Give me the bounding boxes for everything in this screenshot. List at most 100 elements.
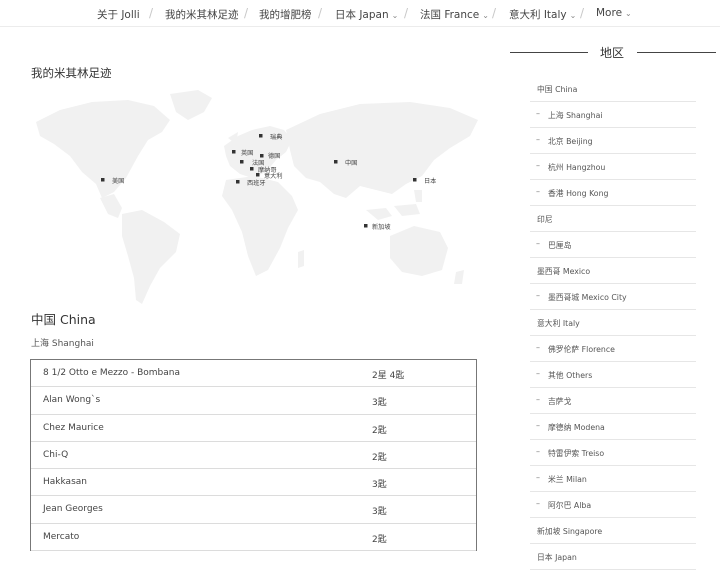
restaurant-rating: 2匙 — [372, 452, 387, 463]
sidebar-item-label: 中国 China — [537, 85, 578, 94]
sidebar-item-label: 印尼 — [537, 215, 553, 224]
sidebar-item-bali[interactable]: 巴厘岛 — [530, 232, 696, 258]
nav-label: 意大利 Italy — [509, 9, 567, 21]
table-row: Alan Wong`s 3匙 — [31, 387, 476, 415]
sidebar-item-hong-kong[interactable]: 香港 Hong Kong — [530, 180, 696, 206]
nav-item-italy[interactable]: 意大利 Italy ⌄ — [509, 7, 576, 22]
nav-item-ranking[interactable]: 我的增肥榜 — [259, 7, 312, 22]
sidebar-item-label: 意大利 Italy — [537, 319, 580, 328]
nav-separator: / — [580, 6, 585, 20]
sidebar-item-singapore[interactable]: 新加坡 Singapore — [530, 518, 696, 544]
chevron-down-icon: ⌄ — [569, 11, 577, 20]
restaurant-name: Alan Wong`s — [43, 395, 101, 406]
nav-separator: / — [244, 6, 249, 20]
pin-label: 意大利 — [264, 172, 283, 180]
sidebar-heading-label: 地区 — [600, 46, 625, 60]
pin-marker — [101, 178, 105, 182]
restaurant-name: Chez Maurice — [43, 422, 104, 433]
sidebar-item-label: 阿尔巴 Alba — [548, 501, 592, 510]
pin-marker — [250, 167, 254, 171]
nav-item-more[interactable]: More ⌄ — [596, 7, 632, 19]
top-navigation: 关于 Jolli / 我的米其林足迹 / 我的增肥榜 / 日本 Japan ⌄ /… — [0, 0, 720, 27]
pin-label: 新加坡 — [372, 223, 391, 231]
pin-marker — [259, 134, 263, 138]
sidebar-item-shanghai[interactable]: 上海 Shanghai — [530, 102, 696, 128]
pin-marker — [256, 173, 260, 177]
pin-label: 日本 — [424, 177, 436, 185]
table-row: Mercato 2匙 — [31, 524, 476, 552]
sidebar-item-label: 北京 Beijing — [548, 137, 593, 146]
world-map-landmass — [36, 90, 478, 304]
sidebar-item-alba[interactable]: 阿尔巴 Alba — [530, 492, 696, 518]
restaurant-rating: 2匙 — [372, 425, 387, 436]
pin-marker — [236, 180, 240, 184]
sidebar-item-hangzhou[interactable]: 杭州 Hangzhou — [530, 154, 696, 180]
sidebar-item-others[interactable]: 其他 Others — [530, 362, 696, 388]
table-row: Chez Maurice 2匙 — [31, 415, 476, 442]
restaurant-table: 8 1/2 Otto e Mezzo - Bombana 2星 4匙 Alan … — [30, 359, 477, 552]
restaurant-rating: 3匙 — [372, 480, 387, 491]
sidebar-item-label: 墨西哥 Mexico — [537, 267, 591, 276]
map-pin-singapore[interactable]: 新加坡 — [364, 223, 391, 231]
sidebar-item-treiso[interactable]: 特雷伊索 Treiso — [530, 440, 696, 466]
sidebar-item-modena[interactable]: 摩德纳 Modena — [530, 414, 696, 440]
sidebar-item-beijing[interactable]: 北京 Beijing — [530, 128, 696, 154]
sidebar-item-italy[interactable]: 意大利 Italy — [530, 310, 696, 336]
pin-marker — [260, 154, 264, 158]
pin-marker — [240, 160, 244, 164]
chevron-down-icon: ⌄ — [482, 11, 489, 20]
sidebar-item-label: 佛罗伦萨 Florence — [548, 345, 615, 354]
table-row: Hakkasan 3匙 — [31, 469, 476, 497]
sidebar-item-label: 日本 Japan — [537, 553, 577, 562]
nav-label: 法国 France — [420, 9, 480, 21]
sidebar-item-label: 杭州 Hangzhou — [548, 163, 606, 172]
table-row: 8 1/2 Otto e Mezzo - Bombana 2星 4匙 — [31, 360, 476, 388]
pin-marker — [364, 224, 368, 228]
sidebar-item-label: 其他 Others — [548, 371, 593, 380]
pin-marker — [413, 178, 417, 182]
sidebar-item-label: 巴厘岛 — [548, 241, 572, 250]
sidebar-item-label: 香港 Hong Kong — [548, 189, 609, 198]
restaurant-name: Mercato — [43, 531, 80, 542]
nav-item-japan[interactable]: 日本 Japan ⌄ — [335, 7, 398, 22]
sidebar-item-label: 特雷伊索 Treiso — [548, 449, 605, 458]
sidebar-item-milan[interactable]: 米兰 Milan — [530, 466, 696, 492]
sidebar-item-jisage[interactable]: 吉萨戈 — [530, 388, 696, 414]
pin-label: 德国 — [268, 152, 280, 160]
sidebar-item-label: 吉萨戈 — [548, 397, 572, 406]
pin-label: 英国 — [241, 149, 253, 157]
sidebar-item-mexico-city[interactable]: 墨西哥城 Mexico City — [530, 284, 696, 310]
sidebar-item-indonesia[interactable]: 印尼 — [530, 206, 696, 232]
chevron-down-icon: ⌄ — [391, 11, 399, 20]
pin-marker — [334, 160, 338, 164]
nav-item-about[interactable]: 关于 Jolli — [97, 7, 140, 22]
pin-label: 瑞典 — [270, 133, 282, 141]
sidebar-item-mexico[interactable]: 墨西哥 Mexico — [530, 258, 696, 284]
nav-separator: / — [318, 6, 323, 20]
country-heading: 中国 China — [31, 312, 96, 327]
nav-label: 我的增肥榜 — [259, 9, 312, 21]
table-row: Chi-Q 2匙 — [31, 442, 476, 470]
restaurant-name: Hakkasan — [43, 477, 87, 488]
sidebar-item-label: 上海 Shanghai — [548, 111, 603, 120]
restaurant-rating: 2匙 — [372, 534, 387, 545]
pin-label: 美国 — [112, 177, 124, 185]
nav-label: 关于 Jolli — [97, 9, 140, 21]
divider — [637, 52, 716, 53]
sidebar-item-japan[interactable]: 日本 Japan — [530, 544, 696, 570]
sidebar-item-florence[interactable]: 佛罗伦萨 Florence — [530, 336, 696, 362]
pin-label: 西班牙 — [247, 179, 266, 187]
nav-item-michelin-footprint[interactable]: 我的米其林足迹 — [165, 7, 239, 22]
nav-label: More — [596, 7, 623, 19]
nav-item-france[interactable]: 法国 France ⌄ — [420, 7, 489, 22]
world-map: 瑞典 英国 德国 法国 摩纳哥 意大利 西班牙 美国 中国 日本 新加坡 — [36, 90, 478, 304]
nav-separator: / — [404, 6, 409, 20]
sidebar-item-label: 米兰 Milan — [548, 475, 587, 484]
restaurant-name: Jean Georges — [43, 504, 103, 515]
table-row: Jean Georges 3匙 — [31, 496, 476, 524]
city-heading: 上海 Shanghai — [31, 339, 94, 349]
sidebar-item-china[interactable]: 中国 China — [530, 76, 696, 102]
pin-marker — [232, 150, 236, 154]
region-list: 中国 China 上海 Shanghai 北京 Beijing 杭州 Hangz… — [530, 76, 696, 570]
restaurant-name: 8 1/2 Otto e Mezzo - Bombana — [43, 368, 180, 378]
